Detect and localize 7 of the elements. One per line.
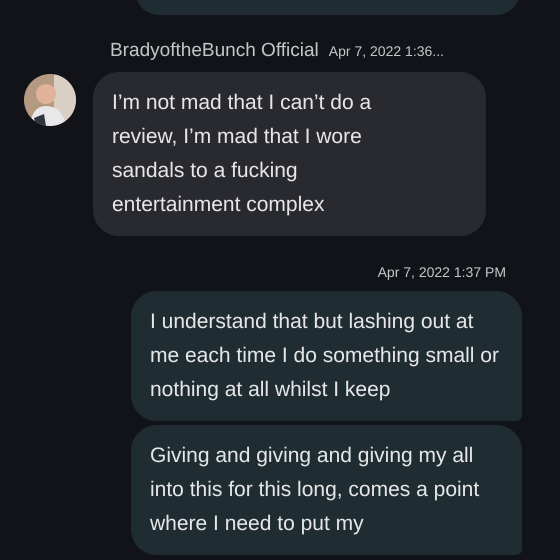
message-text: I’m not mad that I can’t do a review, I’m mad that I wore sandals to a fucking entertainment complex <box>112 90 372 218</box>
avatar <box>24 74 76 126</box>
message-text: Giving and giving and giving my all into this for this long, comes a point where I need to put my <box>150 442 480 536</box>
message-time: Apr 7, 2022 1:37 PM <box>378 262 507 282</box>
sender-name: BradyoftheBunch Official <box>110 39 319 63</box>
message-time: Apr 7, 2022 1:36... <box>328 42 444 61</box>
message-text: I understand that but lashing out at me each time I do something small or nothing at all whilst I keep <box>150 308 500 402</box>
